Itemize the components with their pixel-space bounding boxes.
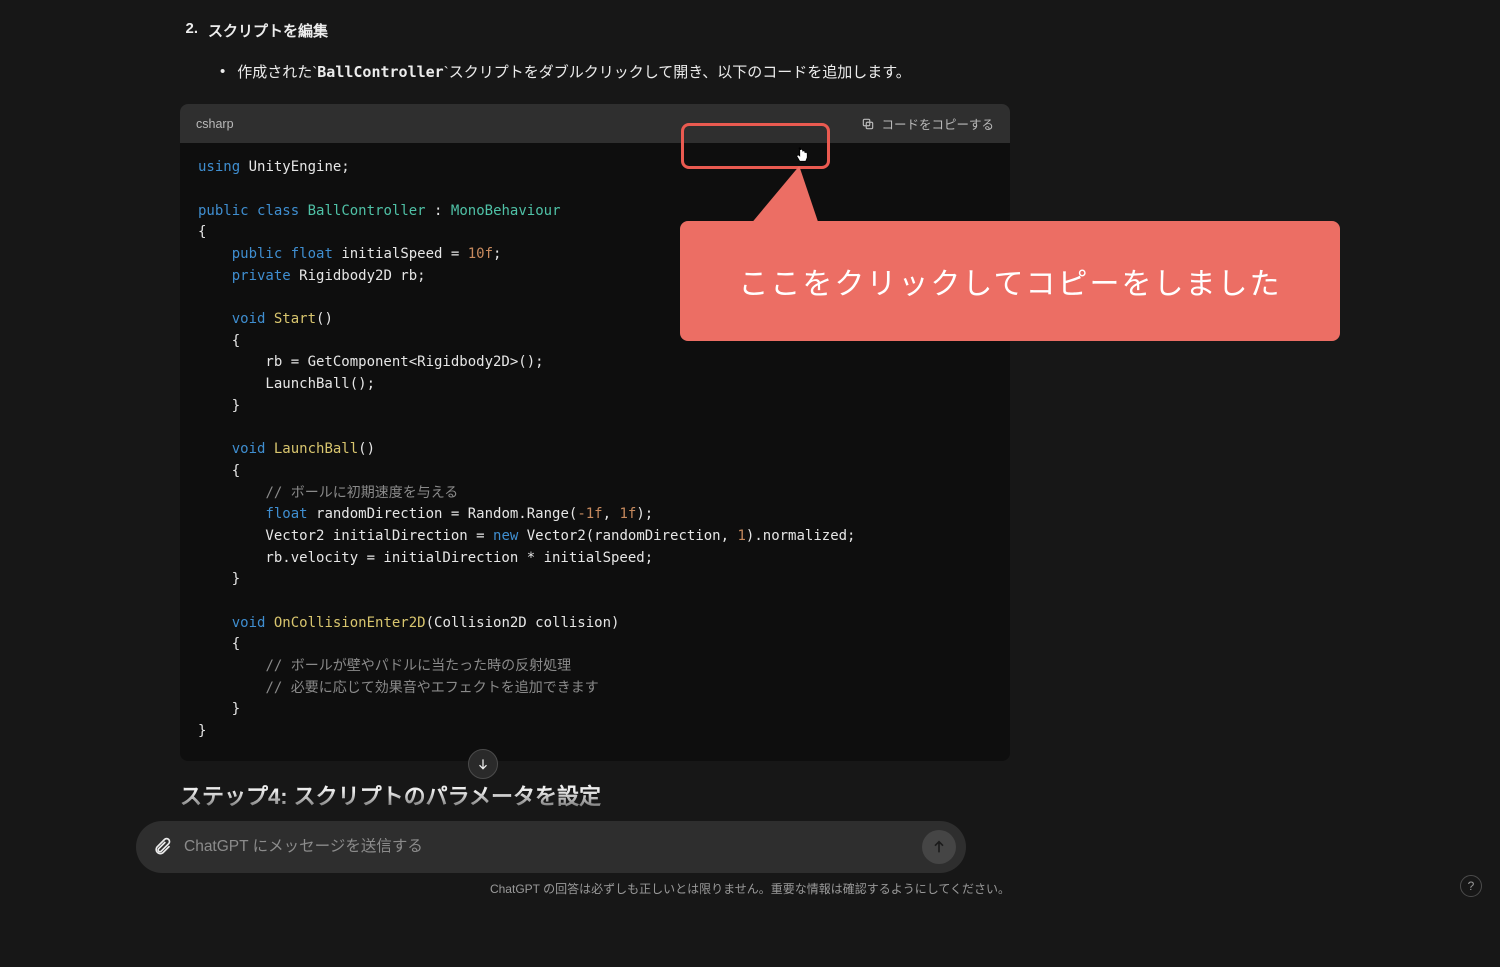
next-step-heading: ステップ4: スクリプトのパラメータを設定	[180, 779, 1010, 811]
inline-code: BallController	[317, 63, 443, 81]
step-title: スクリプトを編集	[208, 20, 328, 41]
paperclip-icon	[152, 837, 172, 857]
annotation-highlight-box	[681, 123, 830, 169]
send-button[interactable]	[922, 830, 956, 864]
chat-message: 2. スクリプトを編集 • 作成された`BallController`スクリプト…	[180, 0, 1010, 811]
disclaimer-text: ChatGPT の回答は必ずしも正しいとは限りません。重要な情報は確認するように…	[0, 880, 1500, 897]
code-header: csharp コードをコピーする	[180, 104, 1010, 143]
bullet-item: • 作成された`BallController`スクリプトをダブルクリックして開き…	[220, 59, 1010, 86]
message-input-container	[136, 821, 966, 873]
arrow-up-icon	[931, 839, 947, 855]
annotation-callout: ここをクリックしてコピーをしました	[680, 221, 1340, 341]
bullet-text: 作成された`BallController`スクリプトをダブルクリックして開き、以…	[237, 59, 910, 86]
scroll-to-bottom-button[interactable]	[468, 749, 498, 779]
attach-button[interactable]	[152, 837, 172, 857]
message-input[interactable]	[184, 838, 910, 856]
copy-icon	[861, 117, 875, 131]
step-heading: 2. スクリプトを編集	[180, 20, 1010, 41]
code-language-label: csharp	[196, 117, 234, 131]
copy-code-button[interactable]: コードをコピーする	[861, 114, 994, 133]
help-button[interactable]: ?	[1460, 875, 1482, 897]
code-block: csharp コードをコピーする using UnityEngine; publ…	[180, 104, 1010, 761]
copy-code-label: コードをコピーする	[881, 114, 994, 133]
annotation-arrow	[751, 166, 833, 224]
arrow-down-icon	[476, 757, 490, 771]
message-input-bar	[136, 821, 966, 873]
step-number: 2.	[180, 20, 198, 41]
help-icon: ?	[1468, 879, 1475, 893]
bullet-marker: •	[220, 59, 225, 86]
annotation-text: ここをクリックしてコピーをしました	[738, 259, 1281, 303]
